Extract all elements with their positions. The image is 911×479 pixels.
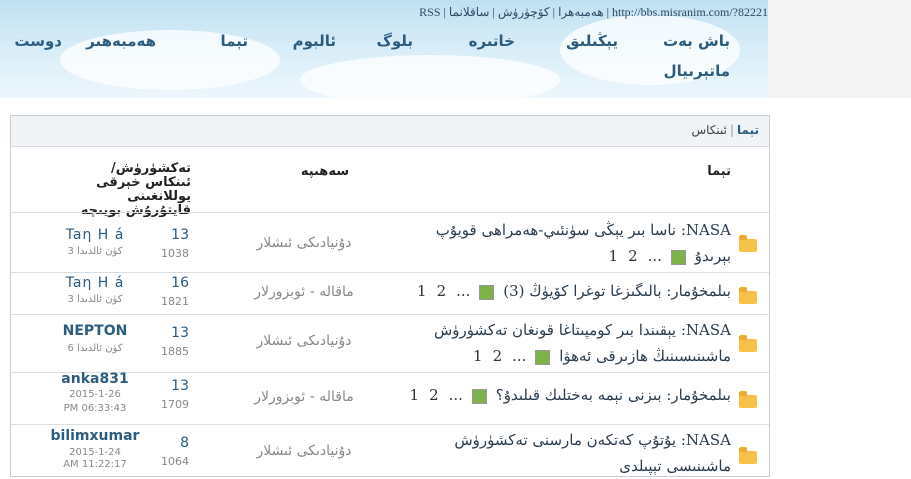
column-header-category: سەھىپە — [300, 164, 349, 179]
topic-category[interactable]: دۇنيادىكى ئىشلار — [239, 235, 369, 251]
nav-blog[interactable]: بلوگ — [376, 32, 413, 50]
topic-title[interactable]: بىلمخۇمار: بالىگىزغا توغرا كۆيۈڭ (3) ...… — [401, 278, 731, 304]
last-post-time: AM 11:22:17 — [63, 459, 127, 470]
image-icon — [535, 349, 551, 365]
top-link-share[interactable]: ھەمبەھرا — [558, 5, 604, 19]
reply-count: 13 — [171, 378, 189, 394]
top-link-bookmark[interactable]: ساقلانما — [449, 5, 490, 19]
table-row[interactable]: بىلمخۇمار: بىزنى نېمە بەختلىك قىلىدۇ؟ ..… — [11, 371, 769, 425]
table-row[interactable]: بىلمخۇمار: بالىگىزغا توغرا كۆيۈڭ (3) ...… — [11, 272, 769, 315]
topic-list-panel: تېما|ئىنكاس تېما سەھىپە تەكشۈرۈش/ئىنكاس … — [10, 115, 770, 477]
image-icon — [471, 388, 487, 404]
table-row[interactable]: NASA: ناسا بىر يېڭى سۈنئىي-ھەمراھى قويۇپ… — [11, 212, 769, 273]
pagination: ...1 2 — [468, 347, 554, 365]
topic-category[interactable]: دۇنيادىكى ئىشلار — [239, 443, 369, 459]
nav-diary[interactable]: خاتىرە — [469, 32, 515, 50]
last-post-date: 2015-1-26 — [69, 389, 121, 400]
topic-title[interactable]: NASA: يۇتۇپ كەتكەن مارسنى تەكشۈرۈش ماشىن… — [401, 427, 731, 479]
nav-friends[interactable]: دوست — [14, 32, 62, 50]
column-header-stats: تەكشۈرۈش/ئىنكاس خېرقى يوللانغىنى قايتۇرۇ… — [80, 161, 191, 218]
breadcrumb-item[interactable]: ئىنكاس — [691, 123, 727, 137]
view-count: 1885 — [161, 345, 189, 358]
view-count: 1038 — [161, 247, 189, 260]
last-post-date: 3 كۈن ئالدىدا — [67, 246, 123, 257]
top-link-copy[interactable]: كۆچۈرۈش — [498, 5, 550, 19]
pagination: ...1 2 — [604, 247, 690, 265]
cloud-decoration — [300, 55, 560, 98]
last-poster[interactable]: bilimxumar — [45, 428, 145, 444]
last-poster[interactable]: anka831 — [45, 371, 145, 387]
topic-title[interactable]: بىلمخۇمار: بىزنى نېمە بەختلىك قىلىدۇ؟ ..… — [401, 382, 731, 408]
reply-count: 8 — [180, 435, 189, 451]
breadcrumb-current[interactable]: تېما — [737, 123, 759, 137]
breadcrumb: تېما|ئىنكاس — [11, 116, 769, 147]
top-links-bar: RSS | ھەمبەھرا | كۆچۈرۈش | ساقلانما | ht… — [419, 5, 768, 19]
last-post-time: PM 06:33:43 — [63, 403, 127, 414]
top-link-rss[interactable]: RSS — [419, 5, 440, 19]
nav-home[interactable]: باش بەت — [663, 32, 730, 50]
topic-title[interactable]: NASA: ناسا بىر يېڭى سۈنئىي-ھەمراھى قويۇپ… — [401, 217, 731, 269]
view-count: 1821 — [161, 295, 189, 308]
reply-count: 13 — [171, 325, 189, 341]
view-count: 1064 — [161, 455, 189, 468]
last-post-date: 2015-1-24 — [69, 447, 121, 458]
nav-share[interactable]: ھەمبەھىر — [86, 32, 156, 50]
last-post-date: 6 كۈن ئالدىدا — [67, 343, 123, 354]
pagination: ...1 2 — [405, 386, 491, 404]
folder-icon — [739, 447, 757, 464]
image-icon — [479, 284, 495, 300]
last-poster[interactable]: NEPTON — [45, 323, 145, 339]
topic-category[interactable]: ماقالە - ئوبزورلار — [239, 284, 369, 300]
reply-count: 13 — [171, 227, 189, 243]
last-poster[interactable]: Taη Η á — [45, 227, 145, 243]
pagination: ...1 2 — [412, 282, 498, 300]
last-poster[interactable]: Taη Η á — [45, 275, 145, 291]
nav-material[interactable]: ماتېرىيال — [664, 62, 730, 80]
last-post-date: 3 كۈن ئالدىدا — [67, 294, 123, 305]
table-row[interactable]: NASA: يۇتۇپ كەتكەن مارسنى تەكشۈرۈش ماشىن… — [11, 424, 769, 477]
site-header: RSS | ھەمبەھرا | كۆچۈرۈش | ساقلانما | ht… — [0, 0, 768, 98]
column-header-topic: تېما — [707, 164, 731, 179]
header-side-area — [768, 0, 911, 98]
topic-category[interactable]: دۇنيادىكى ئىشلار — [239, 333, 369, 349]
site-url[interactable]: http://bbs.misranim.com/?82221 — [612, 5, 768, 19]
topic-title[interactable]: NASA: يېقىندا بىر كومپىتاغا قونغان تەكشۈ… — [401, 317, 731, 369]
folder-icon — [739, 235, 757, 252]
folder-icon — [739, 391, 757, 408]
nav-news[interactable]: يېڭىلىق — [566, 32, 618, 50]
topic-category[interactable]: ماقالە - ئوبزورلار — [239, 389, 369, 405]
reply-count: 16 — [171, 275, 189, 291]
folder-icon — [739, 287, 757, 304]
image-icon — [670, 249, 686, 265]
nav-topics[interactable]: تېما — [221, 32, 248, 50]
folder-icon — [739, 335, 757, 352]
table-row[interactable]: NASA: يېقىندا بىر كومپىتاغا قونغان تەكشۈ… — [11, 314, 769, 373]
view-count: 1709 — [161, 398, 189, 411]
nav-album[interactable]: ئالبوم — [293, 32, 336, 50]
